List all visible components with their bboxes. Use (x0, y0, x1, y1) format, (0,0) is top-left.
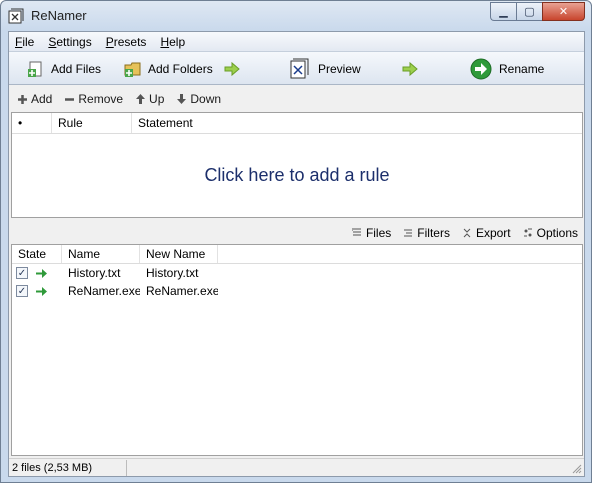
arrow-down-icon (177, 94, 187, 104)
row-checkbox[interactable]: ✓ (16, 285, 28, 297)
state-cell: ✓ (12, 285, 62, 297)
filters-menu-button[interactable]: Filters (403, 226, 450, 240)
remove-rule-button[interactable]: Remove (64, 92, 123, 106)
renamer-app-icon (8, 8, 24, 24)
add-rule-placeholder[interactable]: Click here to add a rule (12, 134, 582, 217)
file-new-name-cell: ReNamer.exe (146, 284, 218, 298)
menu-bar: File Settings Presets Help (9, 32, 584, 51)
preview-icon (290, 58, 309, 78)
minimize-button[interactable]: ▁ (490, 2, 516, 21)
row-checkbox[interactable]: ✓ (16, 267, 28, 279)
files-table[interactable]: State Name New Name ✓ History.txt Histor… (11, 244, 583, 456)
move-down-label: Down (190, 92, 222, 106)
status-bar: 2 files (2,53 MB) (9, 458, 584, 476)
file-name-cell: History.txt (68, 266, 121, 280)
arrow-right-icon (402, 61, 418, 77)
title-bar[interactable]: ReNamer ▁ ▢ ✕ (1, 1, 591, 31)
export-menu-label: Export (475, 226, 511, 240)
rename-icon (470, 58, 492, 79)
export-icon (463, 228, 471, 238)
green-arrow-icon (36, 268, 47, 278)
export-menu-button[interactable]: Export (462, 226, 511, 240)
rename-button[interactable]: Rename (469, 52, 544, 85)
window-title: ReNamer (31, 8, 87, 23)
files-menu-button[interactable]: Files (351, 226, 392, 240)
menu-help[interactable]: Help (160, 35, 185, 49)
rules-toolbar: Add Remove Up Down (9, 86, 584, 112)
menu-presets[interactable]: Presets (106, 35, 147, 49)
add-files-label: Add Files (51, 61, 102, 76)
rules-header: • Rule Statement (12, 113, 582, 134)
add-folders-button[interactable]: Add Folders (124, 52, 213, 85)
menu-settings[interactable]: Settings (48, 35, 91, 49)
green-arrow-icon (36, 286, 47, 296)
files-toolbar: Files Filters Export Options (9, 222, 584, 244)
table-row[interactable]: ✓ History.txt History.txt (12, 264, 582, 282)
files-col-state[interactable]: State (12, 245, 62, 263)
move-up-label: Up (149, 92, 165, 106)
client-area: File Settings Presets Help Add Files Add… (8, 31, 585, 477)
file-new-name-cell: History.txt (146, 266, 199, 280)
files-list-icon (351, 228, 361, 236)
move-up-button[interactable]: Up (135, 92, 164, 106)
arrow-up-icon (136, 94, 146, 104)
options-icon (523, 228, 532, 237)
window-controls: ▁ ▢ ✕ (490, 2, 585, 21)
filters-icon (404, 229, 413, 237)
maximize-button[interactable]: ▢ (516, 2, 542, 21)
close-button[interactable]: ✕ (542, 2, 585, 21)
add-folders-label: Add Folders (148, 61, 213, 76)
add-files-button[interactable]: Add Files (27, 52, 101, 85)
add-files-icon (28, 61, 42, 77)
app-window: ReNamer ▁ ▢ ✕ File Settings Presets Help… (0, 0, 592, 483)
checkmark-icon: ✓ (17, 267, 27, 279)
file-name-cell: ReNamer.exe (68, 284, 140, 298)
checkmark-icon: ✓ (17, 285, 27, 297)
maximize-icon: ▢ (524, 6, 535, 18)
resize-grip-icon[interactable] (572, 464, 582, 474)
state-cell: ✓ (12, 267, 62, 279)
preview-button[interactable]: Preview (288, 52, 361, 85)
menu-file[interactable]: File (15, 35, 34, 49)
arrow-right-icon (224, 61, 240, 77)
rules-table[interactable]: • Rule Statement Click here to add a rul… (11, 112, 583, 218)
files-col-name[interactable]: Name (62, 245, 140, 263)
add-rule-button[interactable]: Add (17, 92, 52, 106)
rename-label: Rename (499, 61, 545, 76)
add-folders-icon (124, 62, 141, 77)
main-toolbar: Add Files Add Folders Preview Rename (9, 51, 584, 85)
filters-menu-label: Filters (417, 226, 450, 240)
options-menu-button[interactable]: Options (523, 226, 578, 240)
rules-col-index[interactable]: • (12, 113, 52, 133)
close-icon: ✕ (558, 6, 569, 18)
table-row[interactable]: ✓ ReNamer.exe ReNamer.exe (12, 282, 582, 300)
rules-col-rule[interactable]: Rule (52, 113, 132, 133)
status-summary: 2 files (2,53 MB) (9, 459, 127, 476)
options-menu-label: Options (536, 226, 578, 240)
move-down-button[interactable]: Down (176, 92, 221, 106)
rules-col-statement[interactable]: Statement (132, 113, 582, 133)
files-menu-label: Files (365, 226, 392, 240)
files-header: State Name New Name (12, 245, 582, 264)
add-rule-label: Add (31, 92, 53, 106)
minimize-icon: ▁ (499, 6, 508, 18)
plus-icon (18, 94, 27, 104)
minus-icon (65, 97, 75, 101)
preview-label: Preview (318, 61, 361, 76)
remove-rule-label: Remove (78, 92, 124, 106)
files-col-new-name[interactable]: New Name (140, 245, 218, 263)
